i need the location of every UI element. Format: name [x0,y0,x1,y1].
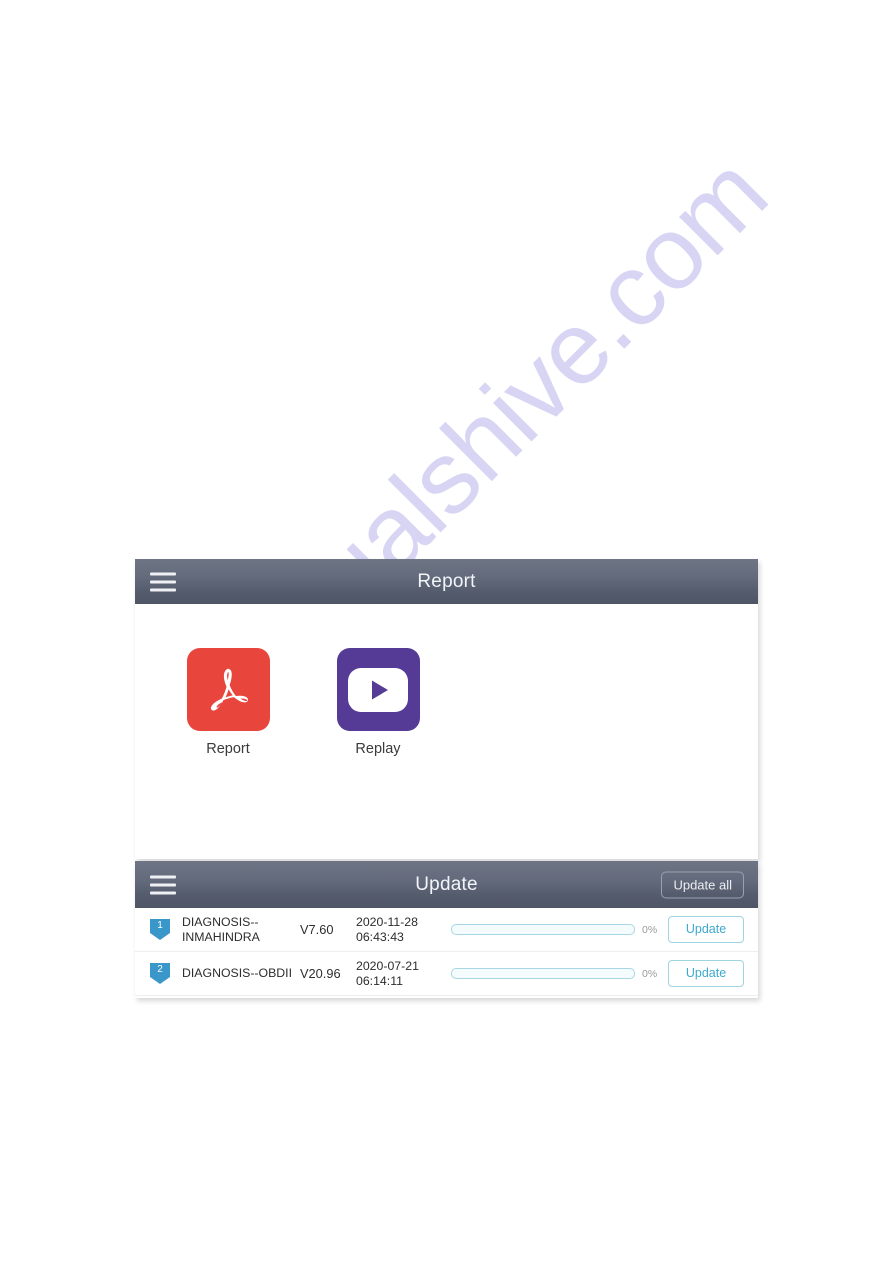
row-index: 1 [157,920,163,931]
app-grid: Report Replay [135,604,423,757]
table-row[interactable]: 2 DIAGNOSIS--OBDII V20.96 2020-07-21 06:… [135,952,758,996]
row-progress: 0% [451,924,668,936]
row-time: 06:14:11 [356,973,403,988]
app-tile-report[interactable]: Report [183,648,273,757]
row-update-button[interactable]: Update [668,960,744,987]
row-datetime: 2020-07-21 06:14:11 [356,959,451,989]
app-tile-replay[interactable]: Replay [333,648,423,757]
progress-bar [451,968,635,979]
table-row[interactable]: 1 DIAGNOSIS--INMAHINDRA V7.60 2020-11-28… [135,908,758,952]
row-index: 2 [157,964,163,975]
shield-badge-icon: 2 [149,962,171,985]
row-date: 2020-11-28 [356,914,418,929]
hamburger-bar [150,588,176,591]
hamburger-menu-icon[interactable] [150,875,176,894]
row-time: 06:43:43 [356,929,404,944]
hamburger-menu-icon[interactable] [150,572,176,591]
row-version: V20.96 [300,966,341,981]
hamburger-bar [150,580,176,583]
shield-badge-icon: 1 [149,918,171,941]
report-title: Report [417,570,476,592]
update-header-bar: Update Update all [135,861,758,908]
play-video-icon [336,648,420,731]
app-label-replay: Replay [355,741,401,757]
hamburger-bar [150,572,176,575]
hamburger-bar [150,891,176,894]
update-all-button[interactable]: Update all [661,871,744,898]
app-label-report: Report [206,741,250,757]
report-header-bar: Report [135,559,758,604]
hamburger-bar [150,875,176,878]
row-update-button[interactable]: Update [668,916,744,943]
row-name: DIAGNOSIS--INMAHINDRA [182,914,260,944]
progress-percent: 0% [642,967,658,980]
report-body: Report Replay [135,604,758,859]
pdf-icon [186,648,270,731]
update-panel: Update Update all 1 DIAGNOSIS--INMAHINDR… [135,861,758,998]
hamburger-bar [150,883,176,886]
row-version: V7.60 [300,922,334,937]
update-list: 1 DIAGNOSIS--INMAHINDRA V7.60 2020-11-28… [135,908,758,998]
row-date: 2020-07-21 [356,958,419,973]
progress-bar [451,924,635,935]
report-panel: Report Report Replay [135,559,758,859]
row-datetime: 2020-11-28 06:43:43 [356,915,451,945]
row-name: DIAGNOSIS--OBDII [182,966,292,980]
progress-percent: 0% [642,923,658,936]
row-progress: 0% [451,968,668,980]
